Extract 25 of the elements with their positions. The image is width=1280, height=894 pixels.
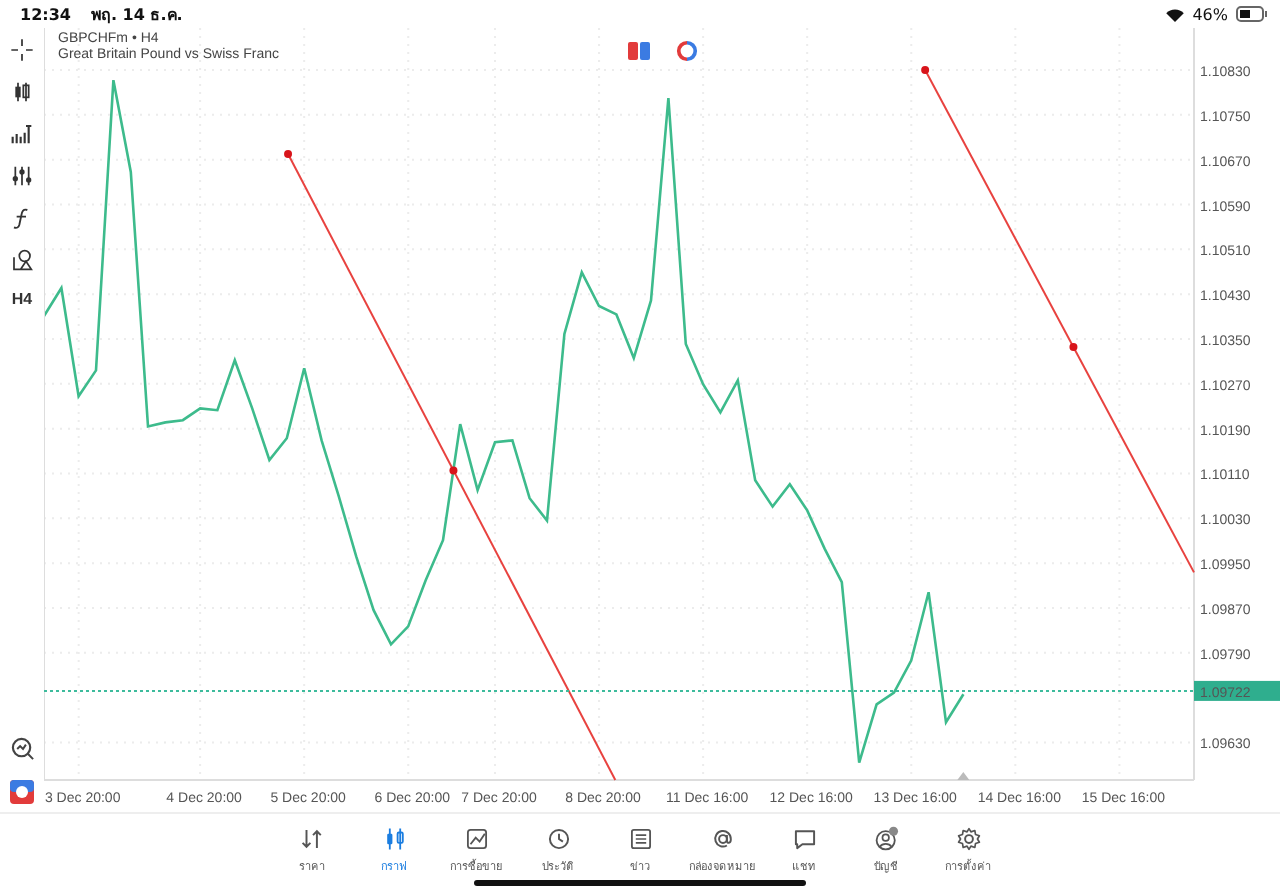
bar-chart-icon[interactable] — [10, 122, 34, 146]
tab-icon — [381, 826, 407, 852]
one-click-trading-icon[interactable] — [628, 42, 650, 60]
tab-icon — [709, 826, 735, 852]
timeframe-button[interactable]: H4 — [11, 290, 33, 308]
scroll-marker-icon[interactable] — [957, 772, 970, 780]
battery-icon — [1236, 6, 1268, 22]
crosshair-icon[interactable] — [10, 38, 34, 62]
tab-icon — [545, 826, 571, 852]
sliders-icon[interactable] — [10, 164, 34, 188]
tab-icon — [873, 826, 899, 852]
tab-icon — [955, 826, 981, 852]
battery-percent: 46% — [1192, 5, 1228, 23]
app-logo-icon[interactable] — [10, 780, 34, 804]
tab-icon — [299, 826, 325, 852]
tab-icon — [463, 826, 489, 852]
chart-search-icon[interactable] — [9, 736, 35, 762]
status-time: 12:34 — [20, 5, 71, 23]
status-date: พฤ. 14 ธ.ค. — [90, 3, 183, 27]
tab-icon — [791, 826, 817, 852]
tab-icon — [627, 826, 653, 852]
refresh-icon[interactable] — [676, 40, 698, 62]
shapes-icon[interactable] — [10, 248, 34, 272]
wifi-icon — [1166, 7, 1185, 21]
candlestick-icon[interactable] — [10, 80, 34, 104]
